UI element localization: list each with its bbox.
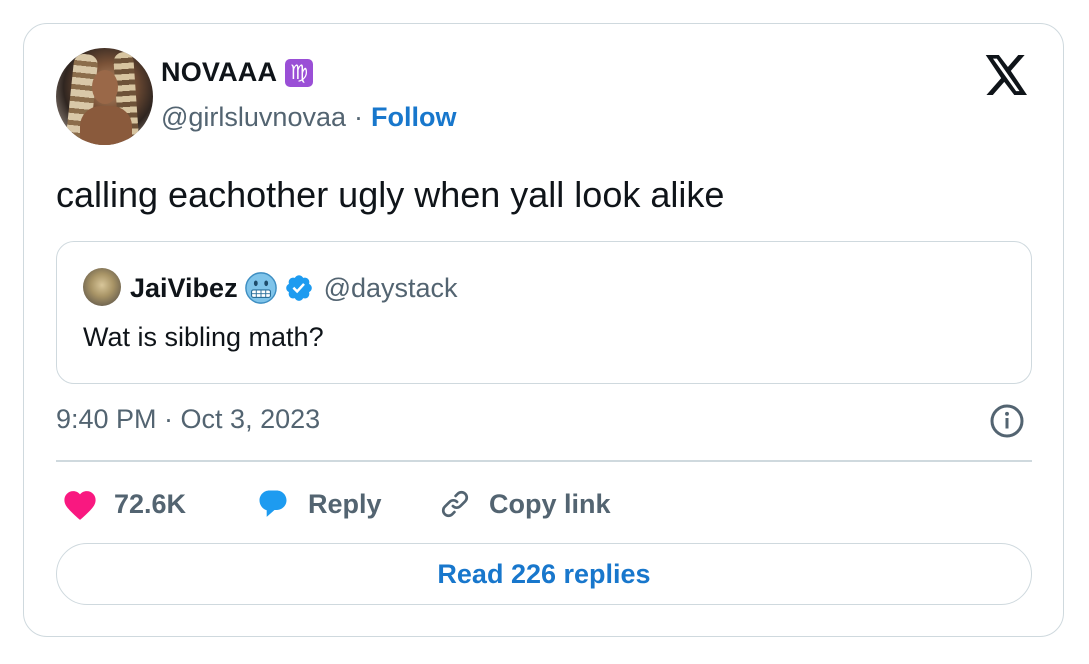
heart-icon [64,491,96,520]
read-replies-button[interactable]: Read 226 replies [56,543,1032,605]
cold-face-icon [244,272,277,304]
quoted-handle: @daystack [323,272,458,303]
author-avatar[interactable] [56,48,153,145]
follow-link[interactable]: Follow [371,102,456,133]
link-icon [441,490,469,518]
author-handle-row: @girlsluvnovaa · Follow [161,102,456,133]
quoted-author: JaiVibez @daystack [130,271,458,305]
author-display-name[interactable]: NOVAAA ♍ [161,57,314,88]
verified-badge-icon [285,275,312,301]
author-handle[interactable]: @girlsluvnovaa [161,102,346,133]
copy-link-label: Copy link [489,488,611,519]
like-button[interactable]: 72.6K [62,484,186,524]
quoted-tweet[interactable]: JaiVibez @daystack Wat is sibling math? [56,241,1032,384]
virgo-icon: ♍ [285,58,314,87]
tweet-text: calling eachother ugly when yall look al… [56,174,725,215]
author-name-text: NOVAAA [161,57,278,87]
like-count: 72.6K [114,488,187,519]
reply-label: Reply [308,488,382,519]
quoted-text: Wat is sibling math? [83,322,324,352]
reply-button[interactable]: Reply [254,484,382,524]
tweet-timestamp[interactable]: 9:40 PM · Oct 3, 2023 [56,404,320,435]
copy-link-button[interactable]: Copy link [437,484,611,524]
info-icon[interactable] [989,403,1025,439]
quoted-avatar [83,268,121,306]
divider [56,460,1032,462]
reply-bubble-icon [259,490,287,517]
x-logo-icon[interactable] [985,55,1029,95]
quoted-display-name: JaiVibez [130,272,238,303]
separator-dot: · [354,102,363,132]
